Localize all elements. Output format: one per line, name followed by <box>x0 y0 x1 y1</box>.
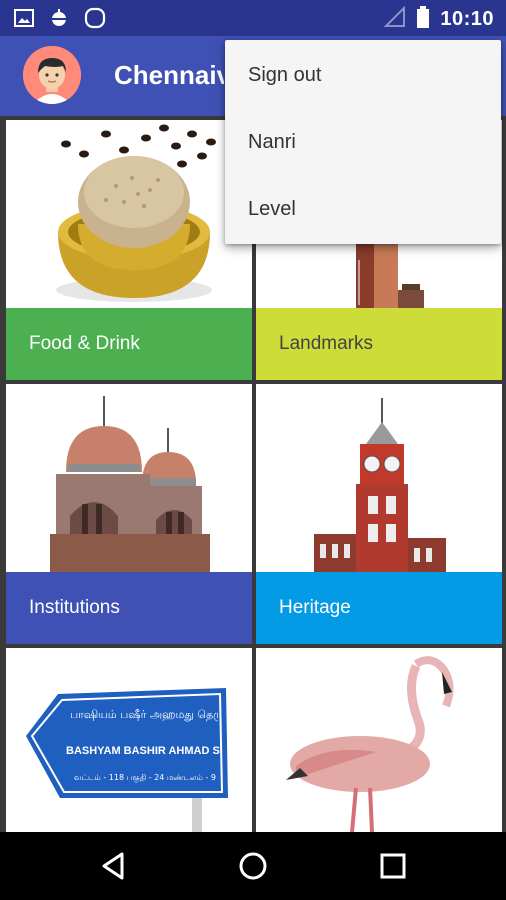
domed-building-illustration <box>50 396 210 572</box>
home-icon[interactable] <box>235 848 271 884</box>
tile-heritage[interactable]: Heritage <box>256 384 502 644</box>
back-icon[interactable] <box>96 848 132 884</box>
menu-item-level[interactable]: Level <box>225 174 501 241</box>
app-notification-icon <box>84 7 106 34</box>
sign-text-ward: வட்டம் - 118 பகுதி - 24 மண்டலம் - 9 <box>73 773 216 782</box>
app-title: Chennaiv <box>114 60 224 90</box>
tile-label-heritage: Heritage <box>256 572 502 644</box>
tile-food-drink[interactable]: Food & Drink <box>6 120 252 380</box>
overflow-menu: Sign out Nanri Level <box>225 40 501 244</box>
filter-coffee-illustration <box>56 124 216 302</box>
tile-label-food-drink: Food & Drink <box>6 308 252 380</box>
street-sign-photo <box>26 688 228 832</box>
user-avatar-icon[interactable] <box>23 46 81 104</box>
status-time: 10:10 <box>440 8 494 30</box>
battery-icon <box>416 6 430 33</box>
signal-icon <box>383 5 406 33</box>
clock-tower-illustration <box>314 398 446 572</box>
tile-institutions[interactable]: Institutions <box>6 384 252 644</box>
menu-item-sign-out[interactable]: Sign out <box>225 40 501 107</box>
tile-label-institutions: Institutions <box>6 572 252 644</box>
navigation-bar <box>0 832 506 900</box>
tile-street-sign[interactable]: பாஷியம் பஷீர் அஹமது தெரு BASHYAM BASHIR … <box>6 648 252 832</box>
android-debug-icon <box>48 7 70 34</box>
sign-text-tamil: பாஷியம் பஷீர் அஹமது தெரு <box>70 708 218 721</box>
image-icon <box>14 8 34 33</box>
recents-icon[interactable] <box>375 848 411 884</box>
status-bar: 10:10 <box>0 0 506 36</box>
tile-label-landmarks: Landmarks <box>256 308 502 380</box>
sign-text-english: BASHYAM BASHIR AHMAD ST <box>66 745 222 757</box>
flamingo-photo <box>286 656 454 832</box>
tile-flamingo[interactable] <box>256 648 502 832</box>
menu-item-nanri[interactable]: Nanri <box>225 107 501 174</box>
